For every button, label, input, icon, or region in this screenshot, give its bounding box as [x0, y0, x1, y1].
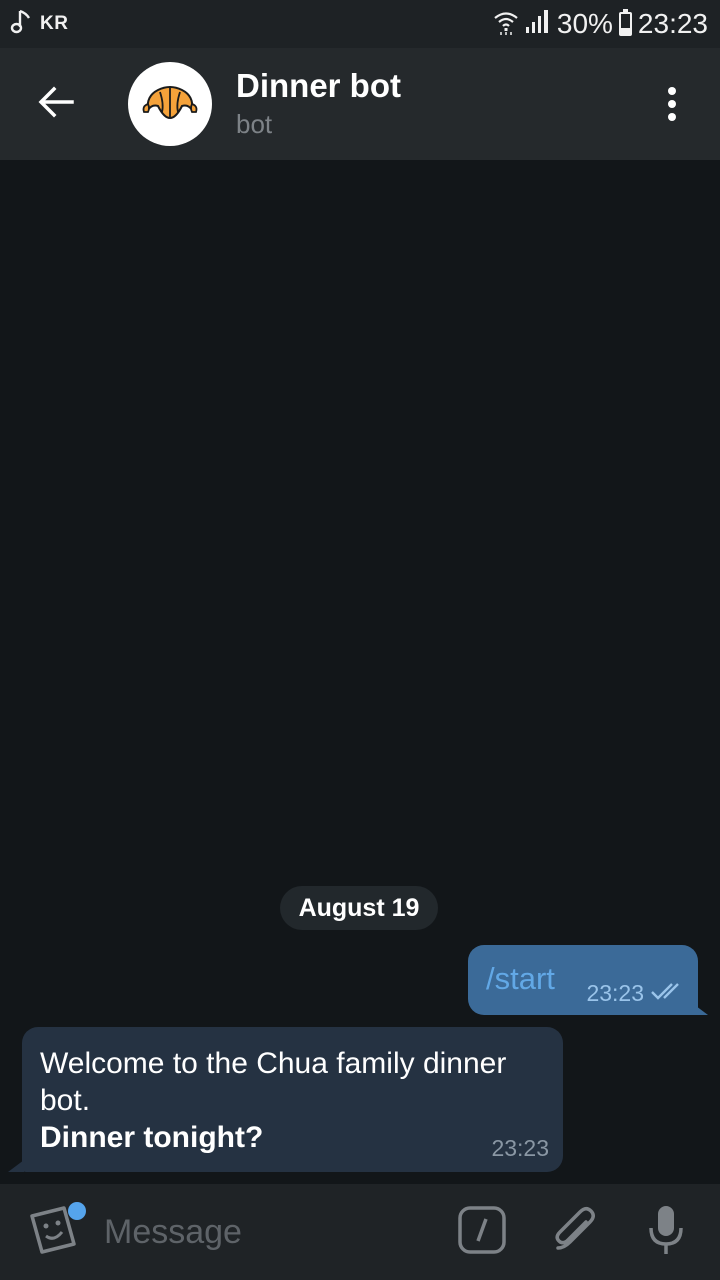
- battery-icon: [618, 9, 632, 36]
- croissant-icon: [142, 82, 198, 127]
- bot-command-icon: [457, 1205, 507, 1260]
- message-input-bar: [0, 1184, 720, 1280]
- message-input[interactable]: [104, 1202, 424, 1262]
- incoming-message[interactable]: Welcome to the Chua family dinner bot. D…: [22, 1027, 563, 1172]
- outgoing-bubble-tail: [692, 1003, 708, 1015]
- status-right: 30% 23:23: [493, 8, 708, 40]
- message-meta: 23:23: [586, 980, 684, 1007]
- battery-fill: [620, 28, 630, 34]
- sticker-button[interactable]: [26, 1202, 86, 1262]
- outgoing-message[interactable]: /start 23:23: [468, 945, 698, 1015]
- message-text[interactable]: /start: [486, 961, 555, 997]
- attach-icon: [550, 1204, 598, 1261]
- more-vertical-icon: [668, 87, 676, 95]
- double-check-icon: [650, 981, 684, 1006]
- chat-title: Dinner bot: [236, 67, 401, 104]
- mic-icon: [648, 1204, 684, 1261]
- message-time: 23:23: [586, 980, 644, 1006]
- menu-dot: [668, 113, 676, 121]
- signal-icon: [525, 9, 551, 40]
- music-note-icon: [10, 9, 32, 40]
- chat-subtitle: bot: [236, 109, 273, 139]
- wifi-icon: [493, 9, 519, 40]
- sticker-icon: [26, 1206, 82, 1262]
- incoming-bubble-tail: [8, 1160, 24, 1172]
- bot-avatar[interactable]: [128, 62, 212, 146]
- battery-percent: 30%: [556, 8, 613, 39]
- carrier-label: KR: [40, 13, 69, 34]
- clock: 23:23: [637, 8, 708, 39]
- message-time: 23:23: [491, 1135, 549, 1161]
- back-arrow-icon: [38, 86, 74, 123]
- status-bar: KR 30% 23:23: [0, 0, 720, 48]
- more-options-button[interactable]: [648, 72, 696, 136]
- voice-record-button[interactable]: [638, 1204, 694, 1260]
- back-button[interactable]: [24, 72, 88, 136]
- message-text: Welcome to the Chua family dinner bot.: [40, 1047, 507, 1117]
- status-left: KR: [10, 9, 68, 40]
- menu-dot: [668, 100, 676, 108]
- chat-header: Dinner bot bot: [0, 48, 720, 160]
- message-text-bold: Dinner tonight?: [40, 1121, 264, 1154]
- notification-dot: [68, 1202, 86, 1220]
- message-body: Welcome to the Chua family dinner bot. D…: [40, 1045, 550, 1156]
- chat-title-block[interactable]: Dinner bot bot: [236, 66, 648, 142]
- bot-command-button[interactable]: [454, 1204, 510, 1260]
- telegram-chat-screen: KR 30% 23:23 Dinner bot bot August 19 /s…: [0, 0, 720, 1280]
- attach-button[interactable]: [546, 1204, 602, 1260]
- date-separator: August 19: [280, 886, 438, 930]
